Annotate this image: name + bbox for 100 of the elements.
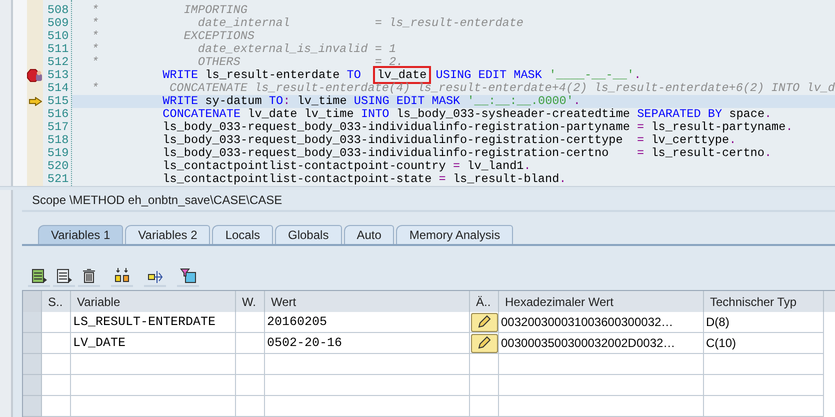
code-keyword: USING EDIT MASK [436,68,542,82]
code-comment: * CONCATENATE ls_result-enterdate(4) ls_result-enterdate+4(2) ls_result-enterdate+6(2) INTO lv_d [92,81,835,95]
code-text: ls_body_033-request_body_033-individualinfo-registration-certno [162,146,610,160]
tab[interactable]: Variables 1 [38,225,124,244]
code-text: ls_contactpointlist-contactpoint-country [162,159,446,173]
code-operator: = [637,146,644,160]
code-punctuation: . [634,68,642,82]
code-operator: = [637,120,644,134]
scope-path: Scope \METHOD eh_onbtn_save\CASE\CASE [32,192,282,209]
line-number: 512 [47,56,69,69]
hex-value: 0030003500300032002D0032… [501,335,676,352]
code-text: ls_result-bland [452,172,560,186]
code-text: ls_body_033-sysheader-createdtime [396,107,630,121]
line-number: 511 [47,43,69,56]
tab[interactable]: Memory Analysis [396,225,514,244]
line-number: 521 [47,173,69,186]
line-number: 515 [47,95,69,108]
code-punctuation: . [764,107,772,121]
variable-value: 20160205 [267,314,328,331]
current-line-arrow-icon [28,97,42,106]
code-keyword: SEPARATED BY [637,107,722,121]
line-number: 508 [47,4,69,17]
code-text: ls_result-partyname [651,120,786,134]
code-operator: = [637,133,644,147]
code-comment: * EXCEPTIONS [92,29,254,43]
table-cell [236,354,265,375]
table-add-button[interactable] [28,267,50,287]
code-string: '____-__-__' [549,68,634,82]
code-text: ls_contactpointlist-contactpoint-state [162,172,432,186]
line-number: 516 [47,108,69,121]
code-text: ls_body_033-request_body_033-individualinfo-registration-partyname [162,120,630,134]
code-comment: * IMPORTING [92,3,248,17]
table-cell [42,396,71,417]
pencil-icon [477,336,491,350]
tab[interactable]: Variables 2 [125,225,210,244]
tab[interactable]: Globals [275,225,342,244]
trash-icon [81,268,97,284]
code-keyword: TO [346,68,362,82]
table-cell [42,375,71,396]
code-keyword: TO [268,94,284,108]
trash-button[interactable] [78,267,100,287]
highlighted-variable: lv_date [375,68,429,82]
table-cell [470,375,499,396]
code-text: ls_body_033-request_body_033-individualinfo-registration-certtype [162,133,624,147]
line-number: 520 [47,160,69,173]
breakpoint-icon[interactable] [27,69,43,82]
variable-value: 0502-20-16 [267,334,342,352]
code-punctuation: . [729,133,736,147]
code-keyword: WRITE [162,94,198,108]
code-comment: * date_internal = ls_result-enterdate [92,16,524,30]
code-punctuation: . [786,120,793,134]
code-string: '__:__:__.0000' [467,94,574,108]
code-punctuation: : [283,94,290,108]
document-export-icon [56,268,72,284]
edit-button[interactable] [470,334,498,352]
code-text: ls_result-certno [651,146,764,160]
code-operator: = [452,159,460,173]
line-number: 514 [47,82,69,95]
code-keyword: WRITE [162,68,198,82]
filter-button[interactable] [177,267,199,287]
code-text: space [729,107,765,121]
squares-arrows-icon [114,268,130,284]
edit-button[interactable] [470,312,498,332]
code-comment: * date_external_is_invalid = 1 [92,42,396,56]
line-number: 519 [47,147,69,160]
table-cell [236,375,265,396]
code-comment: * OTHERS = 2. [92,55,404,69]
code-text: lv_time [297,94,347,108]
variable-name: LS_RESULT-ENTERDATE [73,314,216,331]
code-text: lv_certtype [651,133,730,147]
code-operator: = [438,172,446,186]
line-number: 518 [47,134,69,147]
document-export-button[interactable] [53,267,75,287]
squares-arrows-button[interactable] [111,267,133,287]
table-add-icon [31,268,47,284]
table-cell [236,396,265,417]
code-punctuation: . [573,94,581,108]
technical-type: C(10) [706,335,736,352]
hex-value: 003200300031003600300032… [501,314,674,331]
pencil-icon [477,315,491,329]
code-text: lv_date lv_time [248,107,354,121]
code-punctuation: . [524,159,531,173]
line-number: 517 [47,121,69,134]
code-punctuation: . [764,146,772,160]
code-text: ls_result-enterdate [205,68,340,82]
line-number: 509 [47,17,69,30]
line-number: 513 [47,69,69,82]
code-punctuation: . [559,172,566,186]
square-arrows-icon [147,268,163,284]
code-keyword: USING EDIT MASK [354,94,460,108]
table-cell [42,354,71,375]
tab[interactable]: Locals [212,225,273,244]
tab[interactable]: Auto [344,225,394,244]
code-text: lv_land1 [467,159,524,173]
variable-name: LV_DATE [73,334,126,352]
technical-type: D(8) [706,314,730,331]
code-keyword: INTO [360,107,390,121]
line-number: 510 [47,30,69,43]
table-cell [470,396,499,417]
code-keyword: CONCATENATE [162,107,241,121]
